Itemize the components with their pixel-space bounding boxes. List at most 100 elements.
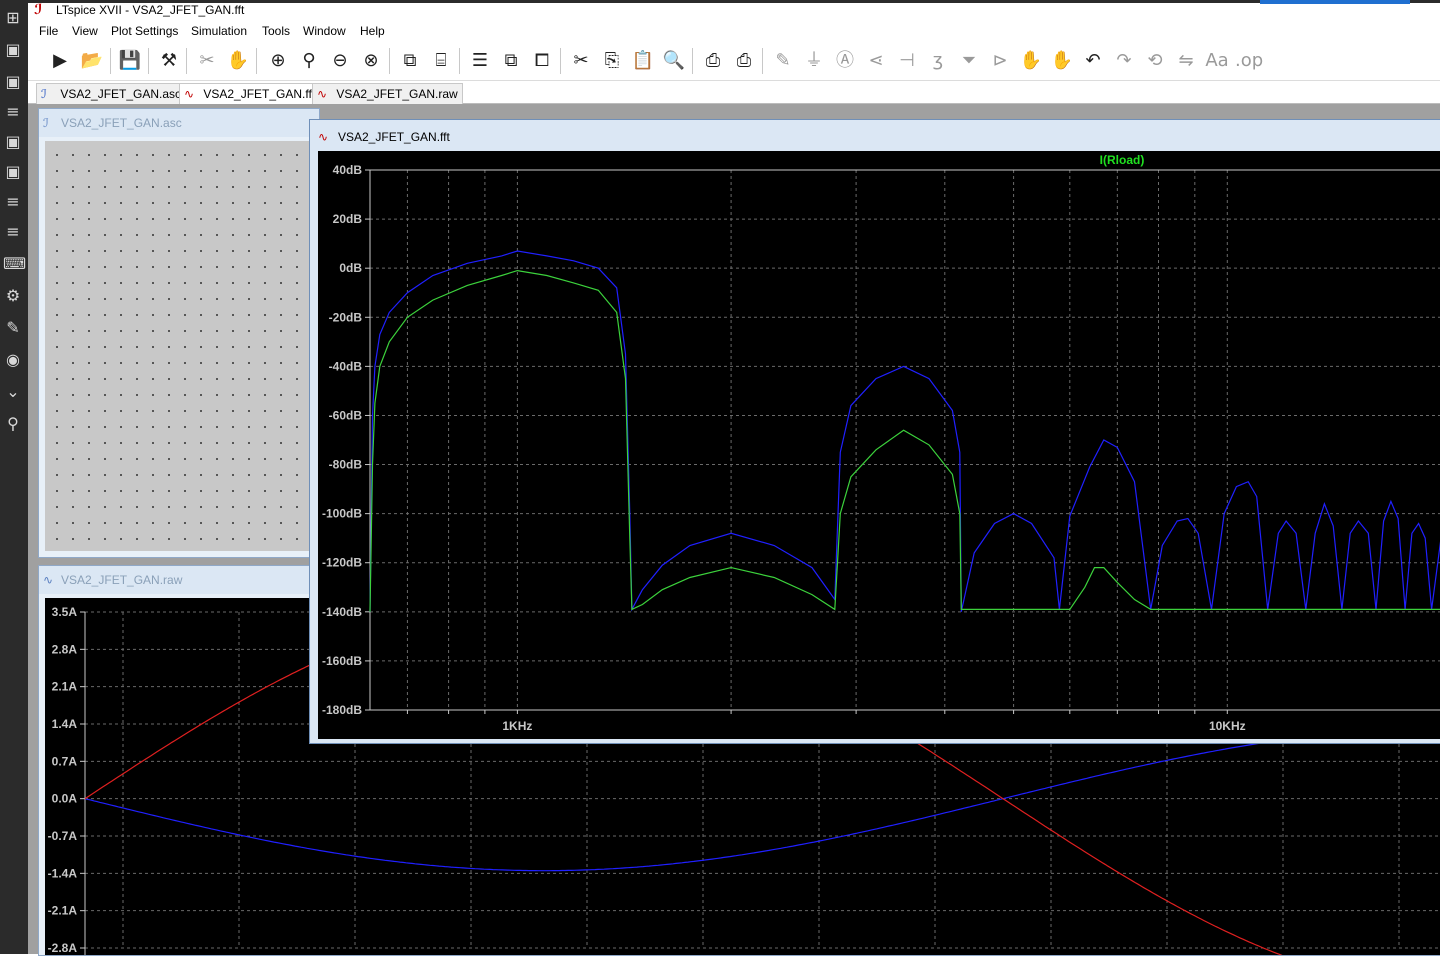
- menu-window[interactable]: Window: [303, 24, 346, 38]
- taskbar-window-icon[interactable]: ▣: [3, 72, 23, 92]
- tile-vertical-icon[interactable]: ⧠: [529, 48, 555, 74]
- taskbar-menu-icon[interactable]: ≡: [3, 102, 23, 122]
- tab-raw[interactable]: ∿ VSA2_JFET_GAN.raw: [312, 83, 463, 104]
- document-tabs: ℐ VSA2_JFET_GAN.asc ∿ VSA2_JFET_GAN.fft …: [28, 81, 1440, 104]
- tab-fft-label: VSA2_JFET_GAN.fft: [203, 87, 316, 101]
- menu-tools[interactable]: Tools: [262, 24, 290, 38]
- toolbar-separator: [560, 48, 561, 74]
- fft-chart[interactable]: 40dB 20dB 0dB -20dB -40dB -60dB -80dB -100dB -12…: [318, 151, 1440, 739]
- raw-y-tick-label: 0.0A: [52, 792, 78, 806]
- fft-window[interactable]: ∿ VSA2_JFET_GAN.fft 40dB 20dB 0dB -20dB -40d…: [309, 119, 1440, 744]
- move-icon[interactable]: ✋: [1018, 48, 1044, 74]
- taskbar-camera-icon[interactable]: ◉: [3, 350, 23, 370]
- left-taskbar: ⊞ ▣ ▣ ≡ ▣ ▣ ≡ ≡ ⌨ ⚙ ✎ ◉ ⌄ ⚲: [0, 0, 28, 954]
- print-icon[interactable]: ⎙: [731, 48, 757, 74]
- menu-plot-settings[interactable]: Plot Settings: [111, 24, 178, 38]
- component-icon[interactable]: ⊳: [987, 48, 1013, 74]
- zoom-out-icon[interactable]: ⊖: [327, 48, 353, 74]
- open-icon[interactable]: 📂: [79, 48, 105, 74]
- tab-fft[interactable]: ∿ VSA2_JFET_GAN.fft: [179, 83, 321, 104]
- resistor-icon[interactable]: ⋖: [863, 48, 889, 74]
- raw-y-tick-label: -0.7A: [48, 829, 78, 843]
- fft-y-tick-label: 40dB: [333, 163, 363, 177]
- zoom-cancel-icon[interactable]: ⊗: [358, 48, 384, 74]
- inductor-icon[interactable]: ʒ: [925, 48, 951, 74]
- fft-y-tick-label: -60dB: [329, 408, 363, 422]
- run-icon[interactable]: ▶: [47, 48, 73, 74]
- undo-icon[interactable]: ↶: [1080, 48, 1106, 74]
- tab-raw-label: VSA2_JFET_GAN.raw: [336, 87, 458, 101]
- waveform-icon: ∿: [184, 87, 195, 101]
- taskbar-window-icon[interactable]: ▣: [3, 40, 23, 60]
- mark-unused-icon[interactable]: ⌸: [428, 48, 454, 74]
- drag-icon[interactable]: ✋: [1049, 48, 1075, 74]
- schematic-window-title: VSA2_JFET_GAN.asc: [61, 116, 182, 130]
- mirror-icon[interactable]: ⇋: [1173, 48, 1199, 74]
- tile-horizontal-icon[interactable]: ☰: [467, 48, 493, 74]
- schematic-window-titlebar[interactable]: ℐ VSA2_JFET_GAN.asc: [39, 109, 319, 137]
- fft-x-tick-label: 10KHz: [1209, 719, 1246, 733]
- title-top-accent: [1260, 0, 1410, 4]
- fft-window-titlebar[interactable]: ∿ VSA2_JFET_GAN.fft: [310, 120, 1440, 150]
- taskbar-window-icon[interactable]: ▣: [3, 132, 23, 152]
- fft-x-tick-label: 1KHz: [502, 719, 532, 733]
- toolbar-separator: [389, 48, 390, 74]
- taskbar-chevron-down-icon[interactable]: ⌄: [3, 382, 23, 402]
- save-icon[interactable]: 💾: [117, 48, 143, 74]
- schematic-window[interactable]: ℐ VSA2_JFET_GAN.asc: [38, 108, 320, 558]
- schematic-canvas[interactable]: [45, 141, 319, 551]
- menu-help[interactable]: Help: [360, 24, 385, 38]
- label-icon[interactable]: Ⓐ: [832, 48, 858, 74]
- toolbar: ▶ 📂 💾 ⚒ ✂ ✋ ⊕ ⚲ ⊖ ⊗ ⧉ ⌸ ☰ ⧉ ⧠ ✂ ⎘ 📋 🔍 ⎙ …: [28, 42, 1440, 81]
- control-panel-icon[interactable]: ⚒: [156, 48, 182, 74]
- print-preview-icon[interactable]: ⎙: [700, 48, 726, 74]
- raw-y-tick-label: 3.5A: [52, 605, 78, 619]
- tab-asc[interactable]: ℐ VSA2_JFET_GAN.asc: [36, 83, 187, 104]
- rotate-icon[interactable]: ⟲: [1142, 48, 1168, 74]
- zoom-fit-icon[interactable]: ⚲: [296, 48, 322, 74]
- pan-icon[interactable]: ✋: [225, 48, 251, 74]
- taskbar-menu-icon[interactable]: ≡: [3, 222, 23, 242]
- window-title: LTspice XVII - VSA2_JFET_GAN.fft: [56, 3, 245, 17]
- fft-y-tick-label: -120dB: [322, 556, 362, 570]
- cascade-icon[interactable]: ⧉: [498, 48, 524, 74]
- taskbar-keyboard-icon[interactable]: ⌨: [3, 254, 26, 274]
- ground-icon[interactable]: ⏚: [801, 48, 827, 74]
- cut-wire-icon[interactable]: ✂: [194, 48, 220, 74]
- taskbar-gear-icon[interactable]: ⚙: [3, 286, 23, 306]
- cut-icon[interactable]: ✂: [568, 48, 594, 74]
- redo-icon[interactable]: ↷: [1111, 48, 1137, 74]
- taskbar-menu-icon[interactable]: ≡: [3, 192, 23, 212]
- taskbar-add-icon[interactable]: ⊞: [3, 8, 23, 28]
- menu-simulation[interactable]: Simulation: [191, 24, 247, 38]
- diode-icon[interactable]: ⏷: [956, 48, 982, 74]
- menu-view[interactable]: View: [72, 24, 98, 38]
- waveform-icon: ∿: [317, 87, 328, 101]
- fft-y-tick-label: -180dB: [322, 703, 362, 717]
- fft-plot-area[interactable]: 40dB 20dB 0dB -20dB -40dB -60dB -80dB -100dB -12…: [318, 151, 1440, 739]
- wire-icon[interactable]: ✎: [770, 48, 796, 74]
- copy-icon[interactable]: ⎘: [599, 48, 625, 74]
- toolbar-separator: [186, 48, 187, 74]
- taskbar-search-icon[interactable]: ⚲: [3, 414, 23, 434]
- text-icon[interactable]: Aa: [1204, 48, 1230, 74]
- paste-icon[interactable]: 📋: [630, 48, 656, 74]
- capacitor-icon[interactable]: ⊣: [894, 48, 920, 74]
- toolbar-separator: [692, 48, 693, 74]
- fft-y-tick-label: -160dB: [322, 654, 362, 668]
- fft-y-tick-label: -140dB: [322, 605, 362, 619]
- zoom-in-icon[interactable]: ⊕: [265, 48, 291, 74]
- toolbar-separator: [256, 48, 257, 74]
- raw-y-tick-label: 1.4A: [52, 717, 78, 731]
- raw-window-title: VSA2_JFET_GAN.raw: [61, 573, 183, 587]
- fft-legend-label: I(Rload): [1100, 153, 1145, 167]
- schematic-icon: ℐ: [43, 116, 49, 130]
- ltspice-logo-icon: ℐ: [34, 2, 43, 18]
- taskbar-wrench-icon[interactable]: ✎: [3, 318, 23, 338]
- raw-y-tick-label: -2.8A: [48, 941, 78, 955]
- autorange-icon[interactable]: ⧉: [397, 48, 423, 74]
- find-icon[interactable]: 🔍: [661, 48, 687, 74]
- menu-file[interactable]: File: [39, 24, 58, 38]
- spice-directive-icon[interactable]: .op: [1235, 48, 1263, 74]
- taskbar-window-icon[interactable]: ▣: [3, 162, 23, 182]
